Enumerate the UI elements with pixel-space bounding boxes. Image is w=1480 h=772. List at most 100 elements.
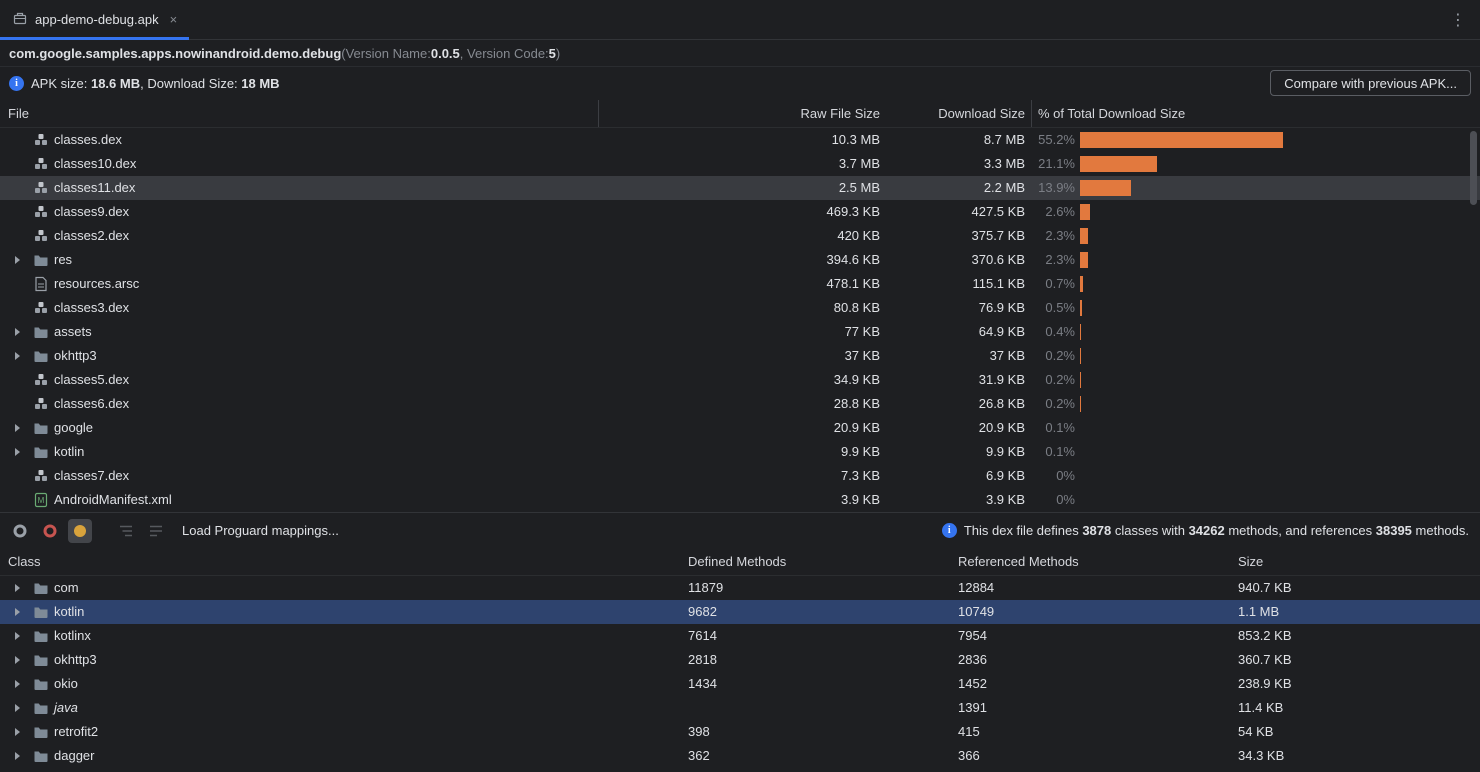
class-row[interactable]: okhttp328182836360.7 KB [0, 648, 1480, 672]
class-row[interactable]: retrofit239841554 KB [0, 720, 1480, 744]
column-header-pct-of-total[interactable]: % of Total Download Size [1038, 100, 1185, 128]
column-header-referenced-methods[interactable]: Referenced Methods [958, 548, 1079, 576]
package-icon [33, 748, 49, 764]
chevron-right-icon[interactable] [15, 424, 20, 432]
package-icon [33, 652, 49, 668]
file-row[interactable]: classes9.dex469.3 KB427.5 KB2.6% [0, 200, 1480, 224]
class-row[interactable]: kotlin9682107491.1 MB [0, 600, 1480, 624]
package-icon [33, 580, 49, 596]
file-row[interactable]: classes11.dex2.5 MB2.2 MB13.9% [0, 176, 1480, 200]
chevron-right-icon[interactable] [15, 632, 20, 640]
file-row[interactable]: classes.dex10.3 MB8.7 MB55.2% [0, 128, 1480, 152]
file-row[interactable]: MAndroidManifest.xml3.9 KB3.9 KB0% [0, 488, 1480, 512]
close-icon[interactable]: × [170, 12, 178, 27]
download-pct-bar [1080, 276, 1083, 292]
file-row[interactable]: classes6.dex28.8 KB26.8 KB0.2% [0, 392, 1480, 416]
column-header-size[interactable]: Size [1238, 548, 1263, 576]
file-row[interactable]: classes2.dex420 KB375.7 KB2.3% [0, 224, 1480, 248]
package-icon [33, 604, 49, 620]
class-size: 360.7 KB [1238, 648, 1292, 672]
chevron-right-icon[interactable] [15, 752, 20, 760]
referenced-methods: 1452 [958, 672, 987, 696]
chevron-right-icon[interactable] [15, 728, 20, 736]
chevron-right-icon[interactable] [15, 256, 20, 264]
column-header-file[interactable]: File [8, 100, 29, 128]
chevron-right-icon[interactable] [15, 584, 20, 592]
class-name: kotlinx [54, 624, 91, 648]
column-header-download-size[interactable]: Download Size [845, 100, 1025, 128]
file-row[interactable]: res394.6 KB370.6 KB2.3% [0, 248, 1480, 272]
package-header: com.google.samples.apps.nowinandroid.dem… [0, 41, 1480, 67]
file-row[interactable]: resources.arsc478.1 KB115.1 KB0.7% [0, 272, 1480, 296]
files-table-header: File Raw File Size Download Size % of To… [0, 100, 1480, 128]
chevron-right-icon[interactable] [15, 448, 20, 456]
file-row[interactable]: classes3.dex80.8 KB76.9 KB0.5% [0, 296, 1480, 320]
class-row[interactable]: java139111.4 KB [0, 696, 1480, 720]
package-icon [33, 676, 49, 692]
dex-file-icon [33, 396, 49, 412]
defined-methods: 362 [688, 744, 710, 768]
defined-methods: 11879 [688, 576, 723, 600]
download-pct-bar [1080, 204, 1090, 220]
compare-previous-apk-button[interactable]: Compare with previous APK... [1270, 70, 1471, 96]
scrollbar-thumb[interactable] [1470, 131, 1477, 205]
folder-icon [33, 252, 49, 268]
class-size: 34.3 KB [1238, 744, 1284, 768]
show-fields-filter-icon[interactable] [68, 519, 92, 543]
dex-file-icon [33, 372, 49, 388]
column-header-class[interactable]: Class [8, 548, 41, 576]
version-name-label: (Version Name: [341, 46, 431, 61]
version-name-value: 0.0.5 [431, 46, 460, 61]
file-name: classes9.dex [54, 200, 129, 224]
class-name: retrofit2 [54, 720, 98, 744]
folder-icon [33, 420, 49, 436]
file-row[interactable]: classes10.dex3.7 MB3.3 MB21.1% [0, 152, 1480, 176]
file-row[interactable]: classes7.dex7.3 KB6.9 KB0% [0, 464, 1480, 488]
apk-size-line: i APK size: 18.6 MB, Download Size: 18 M… [0, 67, 1480, 99]
methods-count: 34262 [1189, 523, 1225, 538]
chevron-right-icon[interactable] [15, 704, 20, 712]
pct-of-total-download: 0.4% [985, 320, 1075, 344]
column-divider[interactable] [1031, 100, 1032, 127]
show-methods-filter-icon[interactable] [38, 519, 62, 543]
file-row[interactable]: okhttp337 KB37 KB0.2% [0, 344, 1480, 368]
kebab-menu-icon[interactable]: ⋮ [1450, 0, 1466, 40]
pct-of-total-download: 2.6% [985, 200, 1075, 224]
pct-of-total-download: 0.1% [985, 440, 1075, 464]
show-classes-filter-icon[interactable] [8, 519, 32, 543]
file-row[interactable]: google20.9 KB20.9 KB0.1% [0, 416, 1480, 440]
class-row[interactable]: dagger36236634.3 KB [0, 744, 1480, 768]
expand-all-icon[interactable] [114, 519, 138, 543]
dex-info-text: This dex file defines 3878 classes with … [964, 523, 1469, 538]
info-icon: i [942, 523, 957, 538]
column-header-defined-methods[interactable]: Defined Methods [688, 548, 786, 576]
chevron-right-icon[interactable] [15, 608, 20, 616]
file-row[interactable]: classes5.dex34.9 KB31.9 KB0.2% [0, 368, 1480, 392]
tab-apk-file[interactable]: app-demo-debug.apk × [0, 0, 189, 40]
download-size-value: 18 MB [241, 76, 279, 91]
class-name: com [54, 576, 79, 600]
chevron-right-icon[interactable] [15, 352, 20, 360]
referenced-methods: 12884 [958, 576, 994, 600]
file-row[interactable]: assets77 KB64.9 KB0.4% [0, 320, 1480, 344]
chevron-right-icon[interactable] [15, 680, 20, 688]
class-row[interactable]: kotlinx76147954853.2 KB [0, 624, 1480, 648]
defined-methods: 7614 [688, 624, 717, 648]
load-proguard-mappings-link[interactable]: Load Proguard mappings... [182, 523, 339, 538]
file-row[interactable]: kotlin9.9 KB9.9 KB0.1% [0, 440, 1480, 464]
chevron-right-icon[interactable] [15, 656, 20, 664]
defined-methods: 398 [688, 720, 710, 744]
package-icon [33, 628, 49, 644]
dex-file-icon [33, 132, 49, 148]
file-name: classes6.dex [54, 392, 129, 416]
file-name: resources.arsc [54, 272, 139, 296]
version-paren-close: ) [556, 46, 560, 61]
chevron-right-icon[interactable] [15, 328, 20, 336]
pct-of-total-download: 0% [985, 488, 1075, 512]
collapse-all-icon[interactable] [144, 519, 168, 543]
class-row[interactable]: okio14341452238.9 KB [0, 672, 1480, 696]
class-row[interactable]: com1187912884940.7 KB [0, 576, 1480, 600]
column-divider[interactable] [598, 100, 599, 127]
pct-of-total-download: 0.1% [985, 416, 1075, 440]
files-table-body: classes.dex10.3 MB8.7 MB55.2%classes10.d… [0, 128, 1480, 512]
